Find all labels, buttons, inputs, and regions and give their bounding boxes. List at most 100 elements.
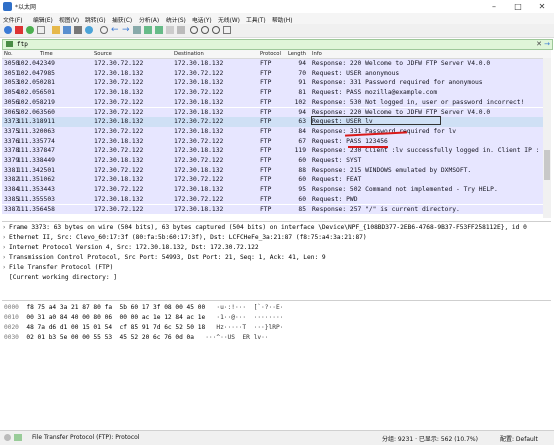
- maximize-icon[interactable]: □: [506, 0, 530, 13]
- packet-list: No. Time Source Destination Protocol Len…: [2, 50, 551, 220]
- go-last-icon[interactable]: [155, 26, 163, 34]
- zoom-out-icon[interactable]: [201, 26, 209, 34]
- profile-label[interactable]: 配置: Default: [500, 434, 538, 443]
- packet-row[interactable]: 3382 111.351062 172.30.18.132 172.30.72.122…: [2, 175, 551, 186]
- packet-row[interactable]: 3384 111.353443 172.30.72.122 172.30.18.132…: [2, 185, 551, 195]
- column-header-destination[interactable]: Destination: [174, 51, 204, 57]
- wireshark-fin-icon: [3, 2, 12, 11]
- reload-icon[interactable]: [85, 26, 93, 34]
- menu-wireless[interactable]: 无线(W): [218, 15, 240, 24]
- save-file-icon[interactable]: [63, 26, 71, 34]
- apply-filter-icon[interactable]: →: [544, 40, 550, 48]
- cell-length: 102: [294, 98, 306, 106]
- cell-length: 70: [298, 69, 306, 77]
- hex-row[interactable]: 0020 48 7a d6 d1 00 15 01 54 cf 85 91 7d…: [4, 324, 283, 331]
- column-header-info[interactable]: Info: [312, 51, 322, 57]
- display-filter-input[interactable]: [17, 40, 517, 49]
- column-header-protocol[interactable]: Protocol: [260, 51, 281, 57]
- detail-ip[interactable]: Internet Protocol Version 4, Src: 172.30…: [9, 244, 259, 251]
- close-icon[interactable]: ✕: [530, 0, 554, 13]
- packet-row[interactable]: 3053 102.050281 172.30.72.122 172.30.18.132…: [2, 78, 551, 89]
- cell-time: 102.058219: [17, 98, 55, 106]
- menu-tools[interactable]: 工具(T): [246, 15, 266, 24]
- detail-ftp[interactable]: File Transfer Protocol (FTP): [9, 264, 113, 271]
- packet-row[interactable]: 3385 111.355503 172.30.18.132 172.30.72.122…: [2, 194, 551, 205]
- cell-destination: 172.30.18.132: [174, 205, 224, 213]
- menu-telephony[interactable]: 电话(Y): [192, 15, 212, 24]
- packet-row[interactable]: 3376 111.335774 172.30.18.132 172.30.72.122…: [2, 136, 551, 147]
- column-header-length[interactable]: Length: [288, 51, 306, 57]
- packet-row[interactable]: 3381 111.342501 172.30.72.122 172.30.18.132…: [2, 165, 551, 176]
- packet-row[interactable]: 3379 111.338449 172.30.18.132 172.30.72.122…: [2, 156, 551, 166]
- packet-count: 分组: 9231 · 已显示: 562 (10.7%): [382, 436, 478, 443]
- bookmark-icon[interactable]: [6, 41, 13, 47]
- packet-row[interactable]: 3065 102.063560 172.30.72.122 172.30.18.132…: [2, 107, 551, 118]
- title-bar: *以太网 – □ ✕: [0, 0, 554, 13]
- packet-row[interactable]: 3378 111.337847 172.30.72.122 172.30.18.132…: [2, 146, 551, 156]
- autoscroll-icon[interactable]: [166, 26, 174, 34]
- detail-cwd[interactable]: [Current working directory: ]: [9, 274, 117, 281]
- capture-options-icon[interactable]: [37, 26, 45, 34]
- expand-arrow-icon[interactable]: ›: [3, 264, 5, 271]
- expand-arrow-icon[interactable]: ›: [3, 234, 5, 241]
- cell-protocol: FTP: [260, 157, 272, 164]
- go-to-packet-icon[interactable]: [133, 26, 141, 34]
- packet-row[interactable]: 3051 102.047985 172.30.18.132 172.30.72.122…: [2, 68, 551, 79]
- cell-time: 102.042349: [17, 60, 55, 67]
- go-back-icon[interactable]: ←: [111, 26, 119, 35]
- packet-list-scrollbar[interactable]: [543, 58, 551, 218]
- menu-statistics[interactable]: 统计(S): [166, 15, 186, 24]
- scrollbar-thumb[interactable]: [544, 150, 550, 180]
- close-file-icon[interactable]: [74, 26, 82, 34]
- packet-row[interactable]: 3375 111.320063 172.30.72.122 172.30.18.132…: [2, 126, 551, 137]
- expert-info-icon[interactable]: [4, 434, 11, 441]
- expand-arrow-icon[interactable]: ›: [3, 224, 5, 231]
- hex-row[interactable]: 0010 00 31 a0 84 40 00 80 06 00 00 ac 1e…: [4, 314, 283, 321]
- colorize-icon[interactable]: [177, 26, 185, 34]
- packet-row[interactable]: 3050 102.042349 172.30.72.122 172.30.18.132…: [2, 59, 551, 69]
- packet-row[interactable]: 3054 102.056501 172.30.18.132 172.30.72.122…: [2, 88, 551, 98]
- open-file-icon[interactable]: [52, 26, 60, 34]
- clear-filter-icon[interactable]: ✕: [536, 40, 542, 48]
- menu-capture[interactable]: 捕获(C): [112, 15, 132, 24]
- menu-help[interactable]: 帮助(H): [272, 15, 292, 24]
- resize-columns-icon[interactable]: [223, 26, 231, 34]
- packet-row[interactable]: 3387 111.356458 172.30.72.122 172.30.18.132…: [2, 204, 551, 215]
- cell-source: 172.30.72.122: [94, 127, 144, 135]
- column-header-no[interactable]: No.: [4, 51, 13, 57]
- detail-frame[interactable]: Frame 3373: 63 bytes on wire (504 bits),…: [9, 224, 527, 231]
- go-first-icon[interactable]: [144, 26, 152, 34]
- menu-view[interactable]: 视图(V): [59, 15, 79, 24]
- stop-capture-icon[interactable]: [15, 26, 23, 34]
- expand-arrow-icon[interactable]: ›: [3, 254, 5, 261]
- zoom-in-icon[interactable]: [190, 26, 198, 34]
- cell-time: 111.318911: [17, 118, 55, 126]
- packet-row[interactable]: 3056 102.058219 172.30.72.122 172.30.18.132…: [2, 97, 551, 108]
- menu-analyze[interactable]: 分析(A): [139, 15, 159, 24]
- menu-edit[interactable]: 编辑(E): [33, 15, 53, 24]
- minimize-icon[interactable]: –: [482, 0, 506, 13]
- cell-source: 172.30.18.132: [94, 69, 144, 77]
- capture-file-icon[interactable]: [14, 434, 22, 441]
- menu-bar: 文件(F) 编辑(E) 视图(V) 跳转(G) 捕获(C) 分析(A) 统计(S…: [0, 13, 554, 24]
- detail-ethernet[interactable]: Ethernet II, Src: Clevo_60:17:3f (80:fa:…: [9, 234, 367, 241]
- cell-source: 172.30.72.122: [94, 166, 144, 174]
- expand-arrow-icon[interactable]: ›: [3, 244, 5, 251]
- menu-go[interactable]: 跳转(G): [85, 15, 106, 24]
- start-capture-icon[interactable]: [4, 26, 12, 34]
- find-packet-icon[interactable]: [100, 26, 108, 34]
- hex-row[interactable]: 0000 f8 75 a4 3a 21 87 80 fa 5b 60 17 3f…: [4, 304, 283, 311]
- hex-row[interactable]: 0030 02 01 b3 5e 00 00 55 53 45 52 20 6c…: [4, 334, 269, 341]
- column-header-source[interactable]: Source: [94, 51, 112, 57]
- restart-capture-icon[interactable]: [26, 26, 34, 34]
- column-header-time[interactable]: Time: [40, 51, 53, 57]
- zoom-reset-icon[interactable]: [212, 26, 220, 34]
- cell-time: 111.338449: [17, 157, 55, 164]
- cell-info: Request: FEAT: [312, 176, 362, 184]
- menu-file[interactable]: 文件(F): [3, 15, 22, 24]
- detail-tcp[interactable]: Transmission Control Protocol, Src Port:…: [9, 254, 326, 261]
- packet-row[interactable]: 3373 111.318911 172.30.18.132 172.30.72.122…: [2, 117, 551, 127]
- cell-destination: 172.30.72.122: [174, 137, 224, 145]
- cell-time: 102.056501: [17, 89, 55, 97]
- go-forward-icon[interactable]: →: [122, 26, 130, 35]
